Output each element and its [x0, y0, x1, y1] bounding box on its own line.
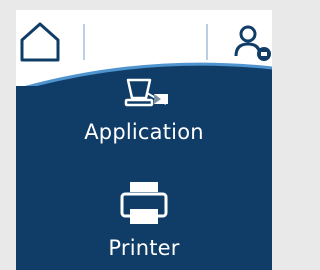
divider	[206, 24, 208, 60]
printer-icon	[120, 182, 168, 224]
application-icon	[124, 78, 168, 107]
top-bar	[16, 10, 272, 86]
user-account-icon	[234, 25, 271, 61]
menu-item-printer[interactable]: Printer	[16, 178, 272, 260]
home-icon	[20, 22, 60, 62]
menu-item-application[interactable]: Application	[16, 76, 272, 144]
home-button[interactable]	[16, 16, 72, 70]
menu-item-label: Application	[84, 120, 204, 144]
menu-item-label: Printer	[108, 236, 180, 260]
device-screen: Application Printer	[16, 10, 272, 270]
user-account-button[interactable]	[230, 16, 272, 70]
divider	[83, 24, 85, 60]
